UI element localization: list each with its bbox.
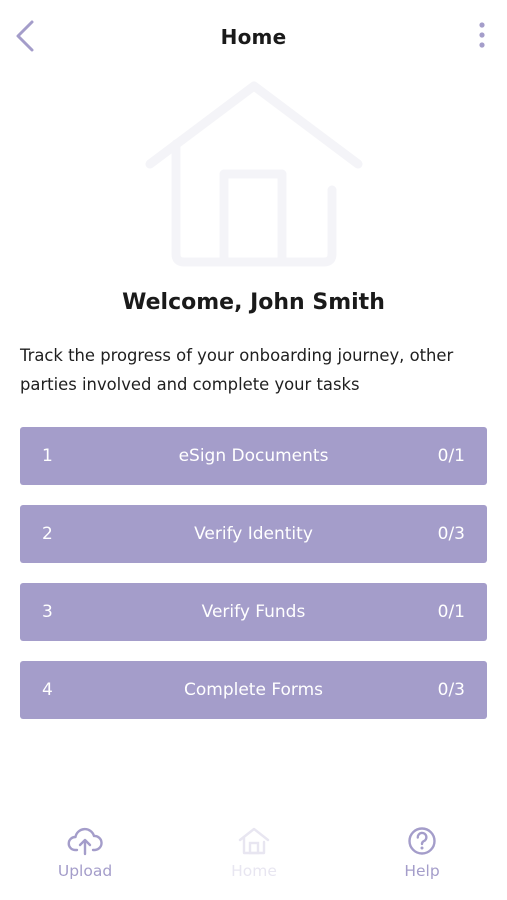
task-label: eSign Documents [178,446,329,466]
nav-home-label: Home [231,862,277,880]
task-label: Complete Forms [183,680,323,700]
task-complete-forms[interactable]: 4 Complete Forms 0/3 [20,661,487,719]
task-esign-documents[interactable]: 1 eSign Documents 0/1 [20,427,487,485]
app-header: Home [0,0,507,76]
cloud-upload-icon [67,827,103,856]
nav-upload[interactable]: Upload [30,818,140,900]
more-options-button[interactable] [471,20,493,52]
bottom-nav: Upload Home Help [0,818,507,900]
task-verify-identity[interactable]: 2 Verify Identity 0/3 [20,505,487,563]
task-progress: 0/1 [437,446,465,466]
task-label: Verify Funds [201,602,306,622]
home-illustration [140,78,368,270]
task-progress: 0/1 [437,602,465,622]
help-circle-icon [408,827,436,855]
page-title: Home [220,25,287,49]
nav-help[interactable]: Help [367,818,477,900]
task-verify-funds[interactable]: 3 Verify Funds 0/1 [20,583,487,641]
task-label: Verify Identity [194,524,313,544]
task-progress: 0/3 [437,524,465,544]
nav-help-label: Help [404,862,440,880]
intro-text: Track the progress of your onboarding jo… [20,346,454,394]
task-progress: 0/3 [437,680,465,700]
welcome-heading: Welcome, John Smith [122,290,385,315]
home-icon [238,827,270,855]
more-vertical-icon [479,22,485,48]
nav-home[interactable]: Home [199,818,309,900]
nav-upload-label: Upload [57,862,113,880]
